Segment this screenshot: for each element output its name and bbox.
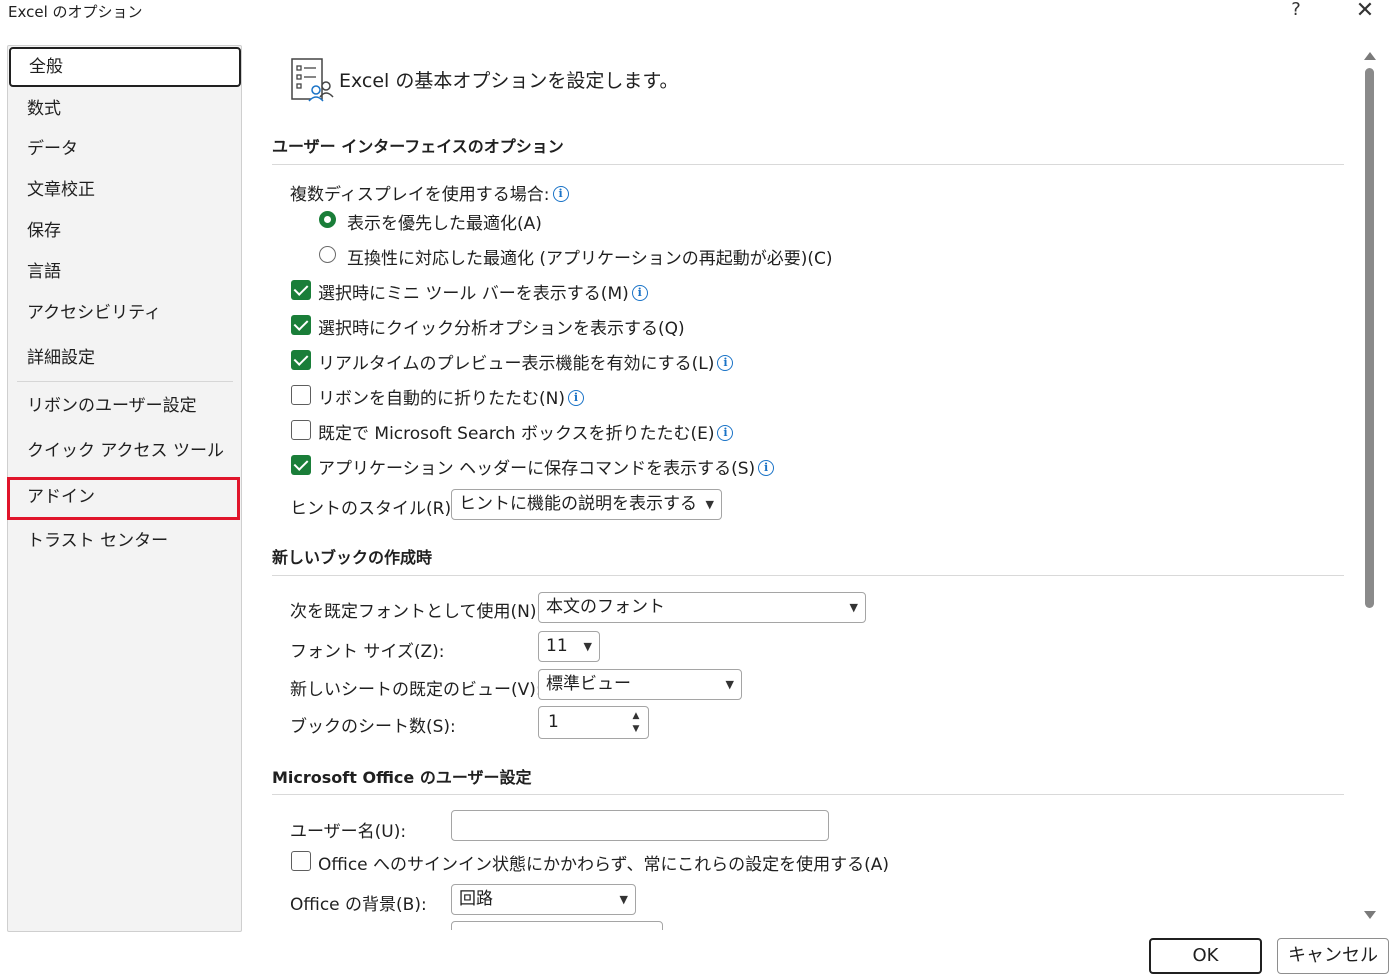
sidebar-item-customize-ribbon[interactable]: リボンのユーザー設定 <box>8 386 241 426</box>
sidebar: 全般 数式 データ 文章校正 保存 言語 アクセシビリティ 詳細設定 リボンのユ… <box>7 45 242 932</box>
sidebar-item-quick-access-toolbar[interactable]: クイック アクセス ツール バー <box>8 431 241 501</box>
info-icon: i <box>758 460 775 476</box>
sidebar-divider <box>17 381 233 382</box>
office-background-label: Office の背景(B): <box>290 895 427 915</box>
collapse-ribbon-label[interactable]: リボンを自動的に折りたたむ(N) i <box>318 384 584 409</box>
ok-button[interactable]: OK <box>1149 938 1262 974</box>
info-icon: i <box>552 186 569 202</box>
always-use-label[interactable]: Office へのサインイン状態にかかわらず、常にこれらの設定を使用する(A) <box>318 850 889 875</box>
screentip-style-label: ヒントのスタイル(R): <box>290 499 457 519</box>
default-view-select[interactable]: 標準ビュー ▼ <box>538 669 742 700</box>
help-icon[interactable]: ? <box>1284 0 1308 25</box>
radio-optimize-display-label[interactable]: 表示を優先した最適化(A) <box>347 209 542 234</box>
live-preview-label[interactable]: リアルタイムのプレビュー表示機能を有効にする(L) i <box>318 349 734 374</box>
window-title: Excel のオプション <box>8 3 143 21</box>
cancel-button[interactable]: キャンセル <box>1277 938 1389 974</box>
checkbox-collapse-ribbon[interactable] <box>291 385 311 405</box>
default-font-label: 次を既定フォントとして使用(N): <box>290 602 543 622</box>
section-title-ui-options: ユーザー インターフェイスのオプション <box>272 137 564 156</box>
checkbox-always-use[interactable] <box>291 851 311 871</box>
sidebar-item-advanced[interactable]: 詳細設定 <box>8 338 241 378</box>
sidebar-item-proofing[interactable]: 文章校正 <box>8 170 241 210</box>
sheet-count-label: ブックのシート数(S): <box>290 717 456 737</box>
info-icon: i <box>717 355 734 371</box>
close-icon[interactable]: ✕ <box>1350 0 1380 26</box>
sidebar-item-accessibility[interactable]: アクセシビリティ <box>8 293 241 333</box>
info-icon: i <box>717 425 734 441</box>
radio-optimize-compat[interactable] <box>319 246 336 263</box>
checkbox-live-preview[interactable] <box>291 350 311 370</box>
mini-toolbar-label[interactable]: 選択時にミニ ツール バーを表示する(M) i <box>318 279 648 304</box>
sidebar-item-general[interactable]: 全般 <box>9 47 241 87</box>
default-view-label: 新しいシートの既定のビュー(V): <box>290 680 542 700</box>
sidebar-item-trust-center[interactable]: トラスト センター <box>8 521 241 561</box>
chevron-down-icon: ▼ <box>583 640 592 653</box>
quick-analysis-label[interactable]: 選択時にクイック分析オプションを表示する(Q) <box>318 314 685 339</box>
username-label: ユーザー名(U): <box>290 822 407 842</box>
spin-down-icon[interactable]: ▼ <box>630 723 642 735</box>
radio-optimize-compat-label[interactable]: 互換性に対応した最適化 (アプリケーションの再起動が必要)(C) <box>347 244 832 269</box>
sheet-count-spinner[interactable]: 1 ▲ ▼ <box>538 706 649 739</box>
checkbox-mini-toolbar[interactable] <box>291 280 311 300</box>
font-size-label: フォント サイズ(Z): <box>290 642 445 662</box>
info-icon: i <box>567 390 584 406</box>
checkbox-quick-analysis[interactable] <box>291 315 311 335</box>
section-divider <box>272 794 1344 795</box>
vertical-scrollbar[interactable] <box>1363 50 1377 928</box>
section-title-office-personal: Microsoft Office のユーザー設定 <box>272 768 532 787</box>
section-title-new-workbook: 新しいブックの作成時 <box>272 548 433 567</box>
scroll-up-icon[interactable] <box>1364 52 1376 60</box>
section-divider <box>272 575 1344 576</box>
general-options-icon <box>291 58 334 102</box>
username-input[interactable] <box>451 810 829 841</box>
chevron-down-icon: ▼ <box>619 893 628 906</box>
main-content: Excel の基本オプションを設定します。 ユーザー インターフェイスのオプショ… <box>272 45 1347 930</box>
sidebar-item-save[interactable]: 保存 <box>8 211 241 251</box>
office-theme-select-partial[interactable] <box>451 921 663 930</box>
section-divider <box>272 164 1344 165</box>
title-bar: Excel のオプション ? ✕ <box>0 0 1391 28</box>
sidebar-item-language[interactable]: 言語 <box>8 252 241 292</box>
checkbox-save-commands[interactable] <box>291 455 311 475</box>
chevron-down-icon: ▼ <box>725 678 734 691</box>
screentip-style-select[interactable]: ヒントに機能の説明を表示する ▼ <box>451 489 722 520</box>
checkbox-collapse-search[interactable] <box>291 420 311 440</box>
office-background-select[interactable]: 回路 ▼ <box>451 884 636 915</box>
collapse-search-label[interactable]: 既定で Microsoft Search ボックスを折りたたむ(E) i <box>318 419 734 444</box>
font-size-select[interactable]: 11 ▼ <box>538 631 600 662</box>
radio-optimize-display[interactable] <box>319 211 336 228</box>
page-title: Excel の基本オプションを設定します。 <box>339 70 679 92</box>
multi-display-label: 複数ディスプレイを使用する場合: i <box>290 180 569 205</box>
chevron-down-icon: ▼ <box>705 498 714 511</box>
spin-up-icon[interactable]: ▲ <box>630 710 642 722</box>
sidebar-item-addins[interactable]: アドイン <box>7 477 240 520</box>
scroll-down-icon[interactable] <box>1364 911 1376 919</box>
save-commands-label[interactable]: アプリケーション ヘッダーに保存コマンドを表示する(S) i <box>318 454 775 479</box>
scroll-thumb[interactable] <box>1365 68 1374 608</box>
default-font-select[interactable]: 本文のフォント ▼ <box>538 592 866 623</box>
sidebar-item-data[interactable]: データ <box>8 129 241 169</box>
info-icon: i <box>631 285 648 301</box>
chevron-down-icon: ▼ <box>849 601 858 614</box>
sidebar-item-formulas[interactable]: 数式 <box>8 89 241 129</box>
